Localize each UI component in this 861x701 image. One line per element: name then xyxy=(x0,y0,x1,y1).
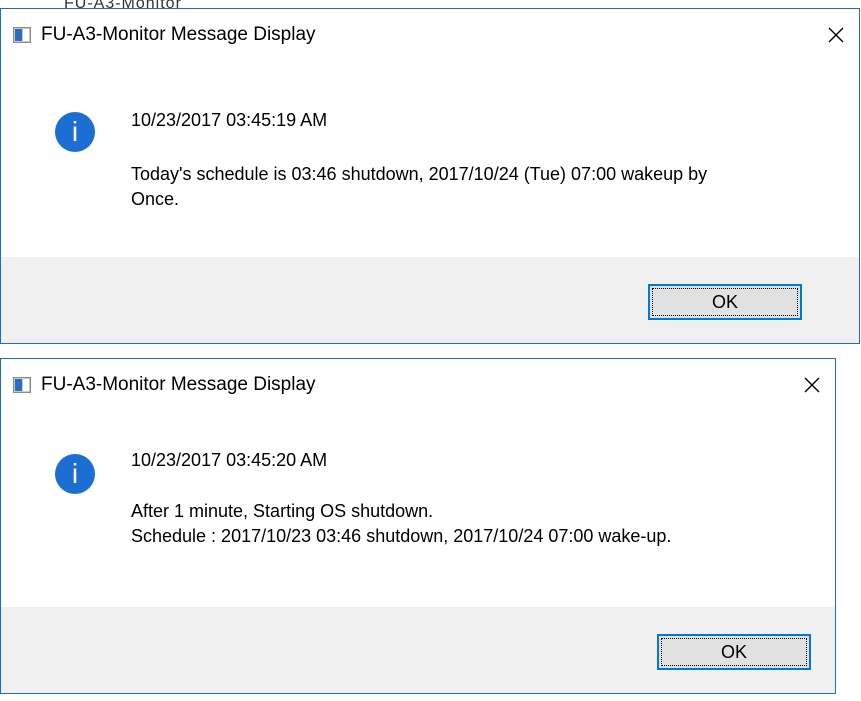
message-dialog-1: FU-A3-Monitor Message Display i 10/23/20… xyxy=(0,8,860,344)
close-button[interactable] xyxy=(813,9,859,61)
close-icon xyxy=(804,377,820,393)
info-icon: i xyxy=(55,112,95,152)
app-window-icon xyxy=(13,27,31,43)
close-button[interactable] xyxy=(789,359,835,411)
title-bar[interactable]: FU-A3-Monitor Message Display xyxy=(1,359,835,411)
ok-button[interactable]: OK xyxy=(657,634,811,670)
message-timestamp: 10/23/2017 03:45:19 AM xyxy=(131,110,328,130)
message-dialog-2: FU-A3-Monitor Message Display i 10/23/20… xyxy=(0,358,836,694)
dialog-footer: OK xyxy=(1,257,859,343)
message-text: Today's schedule is 03:46 shutdown, 2017… xyxy=(131,164,708,209)
app-window-icon xyxy=(13,377,31,393)
message-text: After 1 minute, Starting OS shutdown. Sc… xyxy=(131,501,672,546)
info-icon: i xyxy=(55,454,95,494)
window-title: FU-A3-Monitor Message Display xyxy=(41,374,316,395)
background-window-fragment: FU-A3-Monitor xyxy=(64,0,314,8)
dialog-footer: OK xyxy=(1,607,835,693)
window-title: FU-A3-Monitor Message Display xyxy=(41,24,316,45)
title-bar[interactable]: FU-A3-Monitor Message Display xyxy=(1,9,859,61)
message-timestamp: 10/23/2017 03:45:20 AM xyxy=(131,450,328,470)
ok-button[interactable]: OK xyxy=(648,284,802,320)
close-icon xyxy=(828,27,844,43)
